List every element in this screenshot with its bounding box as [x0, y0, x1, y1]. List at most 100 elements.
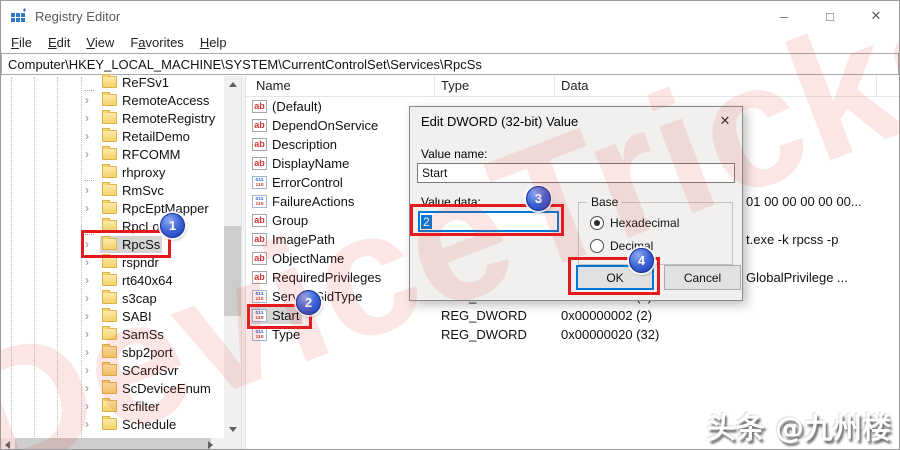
chevron-right-icon[interactable]: ›	[85, 327, 100, 341]
radio-selected-icon[interactable]	[590, 216, 604, 230]
value-name-hit[interactable]: abImagePath	[251, 231, 338, 248]
tree-item-hit[interactable]: RetailDemo	[100, 128, 192, 145]
column-separator[interactable]	[434, 76, 435, 96]
dword-value-icon: 011110	[252, 328, 267, 341]
tree-item-schedule[interactable]: ›Schedule	[85, 415, 223, 433]
value-name-hit[interactable]: abRequiredPrivileges	[251, 269, 384, 286]
chevron-right-icon[interactable]: ›	[85, 129, 100, 143]
address-bar[interactable]: Computer\HKEY_LOCAL_MACHINE\SYSTEM\Curre…	[1, 53, 899, 75]
folder-icon	[102, 184, 117, 196]
dword-value-icon: 011110	[252, 195, 267, 208]
tree-item-remoteregistry[interactable]: ›RemoteRegistry	[85, 109, 223, 127]
tree-item-hit[interactable]: scfilter	[100, 398, 162, 415]
chevron-right-icon[interactable]: ›	[85, 363, 100, 377]
chevron-right-icon[interactable]: ›	[85, 111, 100, 125]
tree-item-scardsvr[interactable]: ›SCardSvr	[85, 361, 223, 379]
tree-item-hit[interactable]: ReFSv1	[100, 74, 171, 91]
column-separator[interactable]	[554, 76, 555, 96]
scroll-right-icon[interactable]	[204, 438, 217, 450]
tree-item-scfilter[interactable]: ›scfilter	[85, 397, 223, 415]
menu-item-file[interactable]: File	[3, 35, 40, 50]
minimize-button[interactable]: –	[761, 1, 807, 31]
chevron-right-icon[interactable]: ›	[85, 399, 100, 413]
column-header-data[interactable]: Data	[561, 78, 588, 93]
scrollbar-thumb[interactable]	[224, 226, 241, 316]
tree-horizontal-scrollbar[interactable]	[1, 438, 241, 450]
close-button[interactable]: ✕	[853, 1, 899, 31]
value-name-input[interactable]: Start	[417, 163, 735, 183]
tree-item-hit[interactable]: SCardSvr	[100, 362, 180, 379]
column-header-name[interactable]: Name	[256, 78, 291, 93]
tree-item-hit[interactable]: s3cap	[100, 290, 159, 307]
menu-item-favorites[interactable]: Favorites	[122, 35, 191, 50]
column-separator[interactable]	[876, 76, 877, 96]
chevron-right-icon[interactable]: ›	[85, 381, 100, 395]
tree-item-rpceptmapper[interactable]: ›RpcEptMapper	[85, 199, 223, 217]
chevron-right-icon[interactable]: ›	[85, 183, 100, 197]
tree-item-rmsvc[interactable]: ›RmSvc	[85, 181, 223, 199]
value-name-hit[interactable]: abGroup	[251, 212, 311, 229]
chevron-right-icon[interactable]: ›	[85, 345, 100, 359]
list-row-start[interactable]: 011110StartREG_DWORD0x00000002 (2)	[251, 306, 899, 325]
menu-item-edit[interactable]: Edit	[40, 35, 78, 50]
pane-splitter[interactable]	[241, 76, 246, 450]
tree-item-label: rt640x64	[122, 273, 173, 288]
value-name-label: FailureActions	[272, 194, 354, 209]
chevron-right-icon[interactable]: ›	[85, 291, 100, 305]
cancel-button[interactable]: Cancel	[664, 265, 741, 290]
folder-icon	[102, 328, 117, 340]
list-row-type[interactable]: 011110TypeREG_DWORD0x00000020 (32)	[251, 325, 899, 344]
tree-item-refsv1[interactable]: ReFSv1	[85, 73, 223, 91]
maximize-button[interactable]: □	[807, 1, 853, 31]
chevron-right-icon[interactable]: ›	[85, 201, 100, 215]
tree-item-hit[interactable]: rt640x64	[100, 272, 175, 289]
tree-item-remoteaccess[interactable]: ›RemoteAccess	[85, 91, 223, 109]
menu-item-view[interactable]: View	[78, 35, 122, 50]
value-name-hit[interactable]: ab(Default)	[251, 98, 325, 115]
value-name-hit[interactable]: abDisplayName	[251, 155, 352, 172]
tree-item-sabi[interactable]: ›SABI	[85, 307, 223, 325]
value-name-hit[interactable]: abDescription	[251, 136, 340, 153]
tree-item-rfcomm[interactable]: ›RFCOMM	[85, 145, 223, 163]
column-header-type[interactable]: Type	[441, 78, 469, 93]
window-controls: – □ ✕	[761, 1, 899, 31]
scroll-left-icon[interactable]	[1, 438, 14, 450]
scroll-down-icon[interactable]	[224, 421, 241, 438]
chevron-right-icon[interactable]: ›	[85, 417, 100, 431]
hexadecimal-radio[interactable]: Hexadecimal	[590, 216, 679, 230]
tree-guide-line	[34, 77, 35, 437]
tree-item-hit[interactable]: Schedule	[100, 416, 178, 433]
radio-unselected-icon[interactable]	[590, 239, 604, 253]
tree-item-samss[interactable]: ›SamSs	[85, 325, 223, 343]
chevron-right-icon[interactable]: ›	[85, 309, 100, 323]
tree-item-hit[interactable]: RpcEptMapper	[100, 200, 211, 217]
tree-item-hit[interactable]: sbp2port	[100, 344, 175, 361]
value-name-hit[interactable]: 011110ErrorControl	[251, 174, 346, 191]
tree-item-rt640x64[interactable]: › rt640x64	[85, 271, 223, 289]
tree-item-hit[interactable]: ScDeviceEnum	[100, 380, 213, 397]
tree-item-hit[interactable]: rhproxy	[100, 164, 167, 181]
scrollbar-thumb[interactable]	[15, 438, 211, 450]
tree-vertical-scrollbar[interactable]	[224, 76, 241, 438]
tree-item-sbp2port[interactable]: ›sbp2port	[85, 343, 223, 361]
chevron-right-icon[interactable]: ›	[85, 273, 100, 287]
tree-item-scdeviceenum[interactable]: ›ScDeviceEnum	[85, 379, 223, 397]
tree-item-retaildemo[interactable]: ›RetailDemo	[85, 127, 223, 145]
tree-item-hit[interactable]: RFCOMM	[100, 146, 183, 163]
tree-item-hit[interactable]: RmSvc	[100, 182, 166, 199]
scroll-up-icon[interactable]	[224, 76, 241, 93]
tree-item-hit[interactable]: SABI	[100, 308, 154, 325]
tree-item-hit[interactable]: RemoteRegistry	[100, 110, 217, 127]
chevron-right-icon[interactable]: ›	[85, 93, 100, 107]
value-name-hit[interactable]: abDependOnService	[251, 117, 381, 134]
string-value-icon: ab	[252, 252, 267, 265]
dialog-close-icon[interactable]: ✕	[708, 107, 742, 135]
value-name-hit[interactable]: 011110 FailureActions	[251, 193, 357, 210]
value-name-hit[interactable]: abObjectName	[251, 250, 347, 267]
tree-item-hit[interactable]: RemoteAccess	[100, 92, 211, 109]
tree-item-s3cap[interactable]: ›s3cap	[85, 289, 223, 307]
menu-item-help[interactable]: Help	[192, 35, 235, 50]
tree-item-hit[interactable]: SamSs	[100, 326, 166, 343]
chevron-right-icon[interactable]: ›	[85, 147, 100, 161]
tree-item-rhproxy[interactable]: rhproxy	[85, 163, 223, 181]
